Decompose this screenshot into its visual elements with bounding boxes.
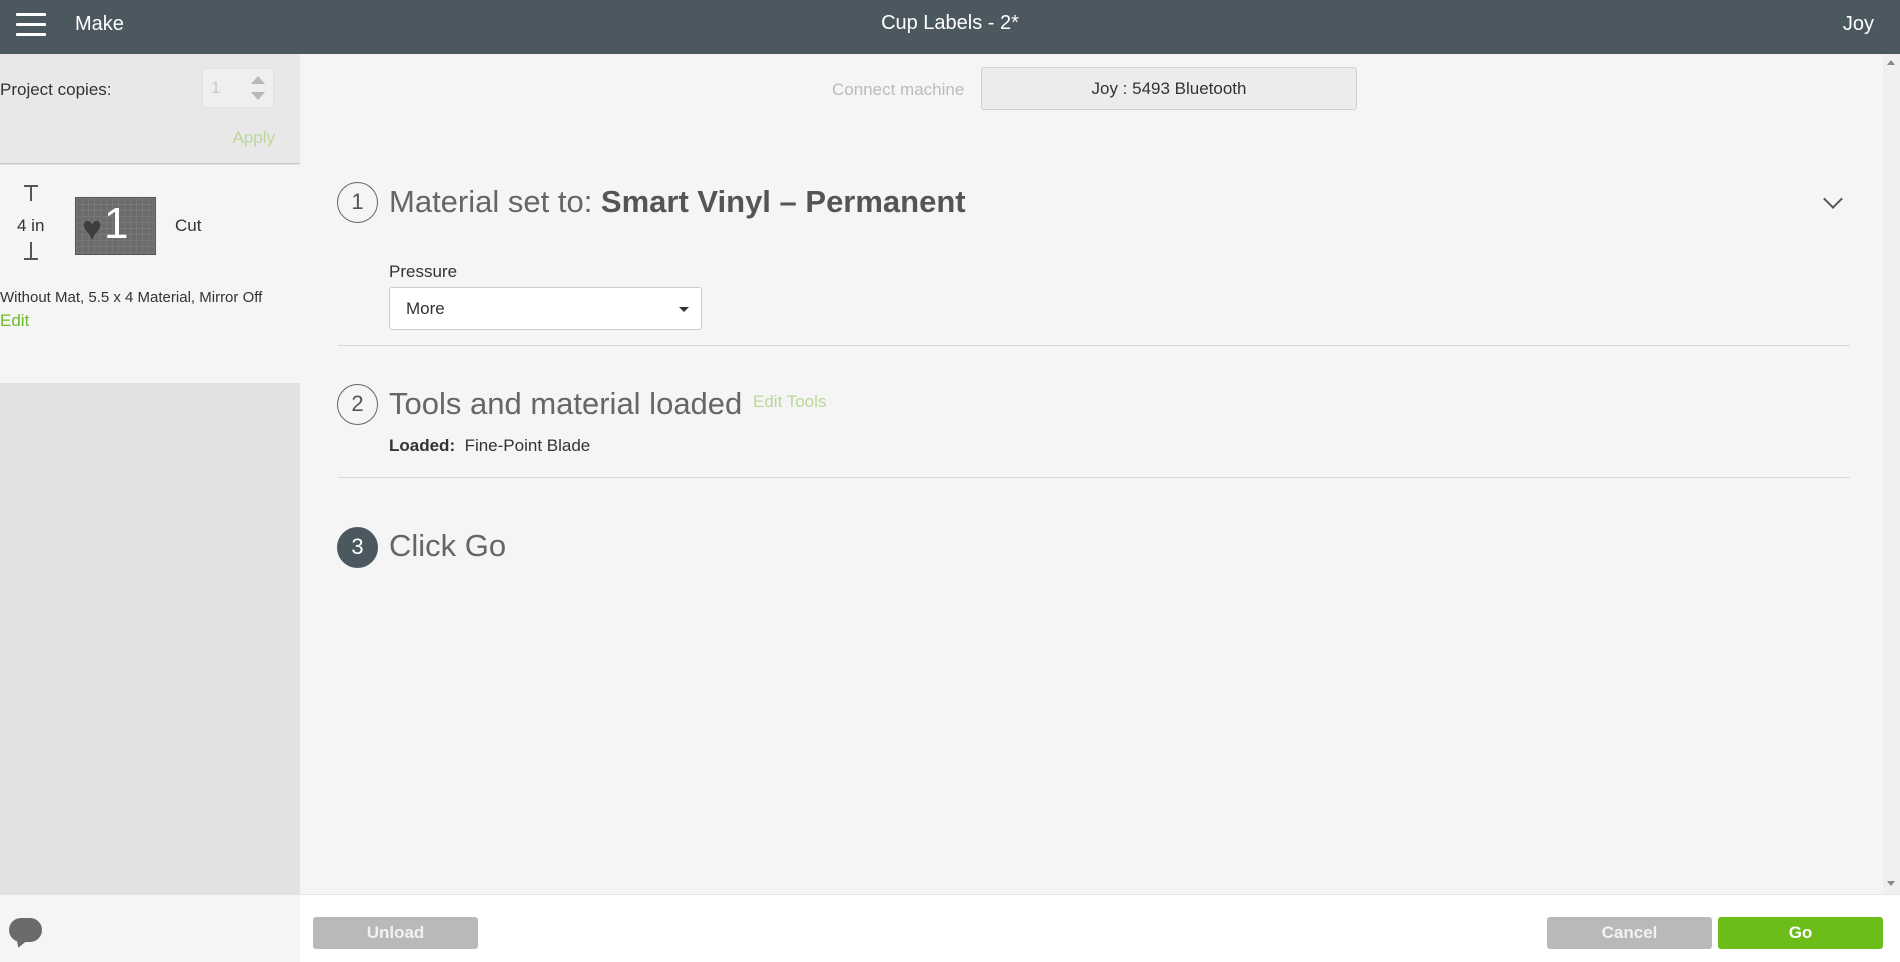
apply-button[interactable]: Apply [232,128,275,148]
scroll-down-icon[interactable] [1887,881,1895,886]
stepper-down-icon[interactable] [251,92,265,100]
bottom-bar: Unload Cancel Go [0,894,1900,962]
mat-operation: Cut [175,216,202,235]
caret-down-icon [679,307,689,312]
step-1-title-prefix: Material set to: [389,184,601,219]
edit-tools-link[interactable]: Edit Tools [753,392,826,412]
material-name: Smart Vinyl – Permanent [600,184,966,219]
pressure-value: More [406,299,445,318]
go-button[interactable]: Go [1718,917,1883,949]
step-2-title: Tools and material loaded [389,386,743,421]
loaded-tools: Loaded: Fine-Point Blade [389,436,590,456]
project-copies-value: 1 [211,78,221,97]
step-3-title: Click Go [389,528,507,563]
dimension-bottom-cap [24,258,38,260]
step-1-number: 1 [337,182,378,223]
machine-select-button[interactable]: Joy : 5493 Bluetooth [981,67,1357,110]
loaded-value: Fine-Point Blade [464,436,591,455]
top-bar: Make Cup Labels - 2* Joy [0,0,1900,54]
divider [338,345,1850,346]
connect-machine-label: Connect machine [832,80,965,99]
vertical-scrollbar[interactable] [1883,54,1900,894]
mat-description: Without Mat, 5.5 x 4 Material, Mirror Of… [0,289,263,306]
loaded-label: Loaded: [389,436,456,455]
dimension-line [30,242,32,258]
mat-edit-link[interactable]: Edit [0,311,29,331]
divider [338,477,1850,478]
mat-panel: 4 in ♥ 1 Cut Without Mat, 5.5 x 4 Materi… [0,165,300,383]
hamburger-menu-icon[interactable] [16,13,46,39]
user-menu[interactable]: Joy [1843,13,1874,36]
scroll-up-icon[interactable] [1887,60,1895,65]
stepper-up-icon[interactable] [251,76,265,84]
cancel-button[interactable]: Cancel [1547,917,1712,949]
section-title: Make [75,13,124,35]
unload-button[interactable]: Unload [313,917,478,949]
bottom-left-panel [0,895,300,962]
pressure-label: Pressure [389,262,458,281]
main-panel: Connect machine Joy : 5493 Bluetooth 1 M… [300,54,1883,894]
mat-number: 1 [104,199,129,248]
sidebar: Project copies: 1 Apply 4 in ♥ 1 Cut Wit… [0,54,300,894]
project-copies-panel: Project copies: 1 Apply [0,54,300,164]
pressure-select[interactable]: More [389,287,702,330]
project-copies-label: Project copies: [0,80,112,99]
heart-shape-icon: ♥ [82,210,103,248]
project-copies-stepper[interactable]: 1 [202,68,274,108]
chevron-down-icon[interactable] [1823,189,1843,209]
chat-bubble-icon[interactable] [9,918,42,942]
mat-thumbnail[interactable]: ♥ 1 [75,197,156,255]
dimension-line [30,185,32,201]
mat-dimension: 4 in [17,216,45,235]
project-title: Cup Labels - 2* [881,12,1019,34]
step-2-number: 2 [337,384,378,425]
step-3-number: 3 [337,527,378,568]
step-1-title: Material set to: Smart Vinyl – Permanent [389,184,966,220]
